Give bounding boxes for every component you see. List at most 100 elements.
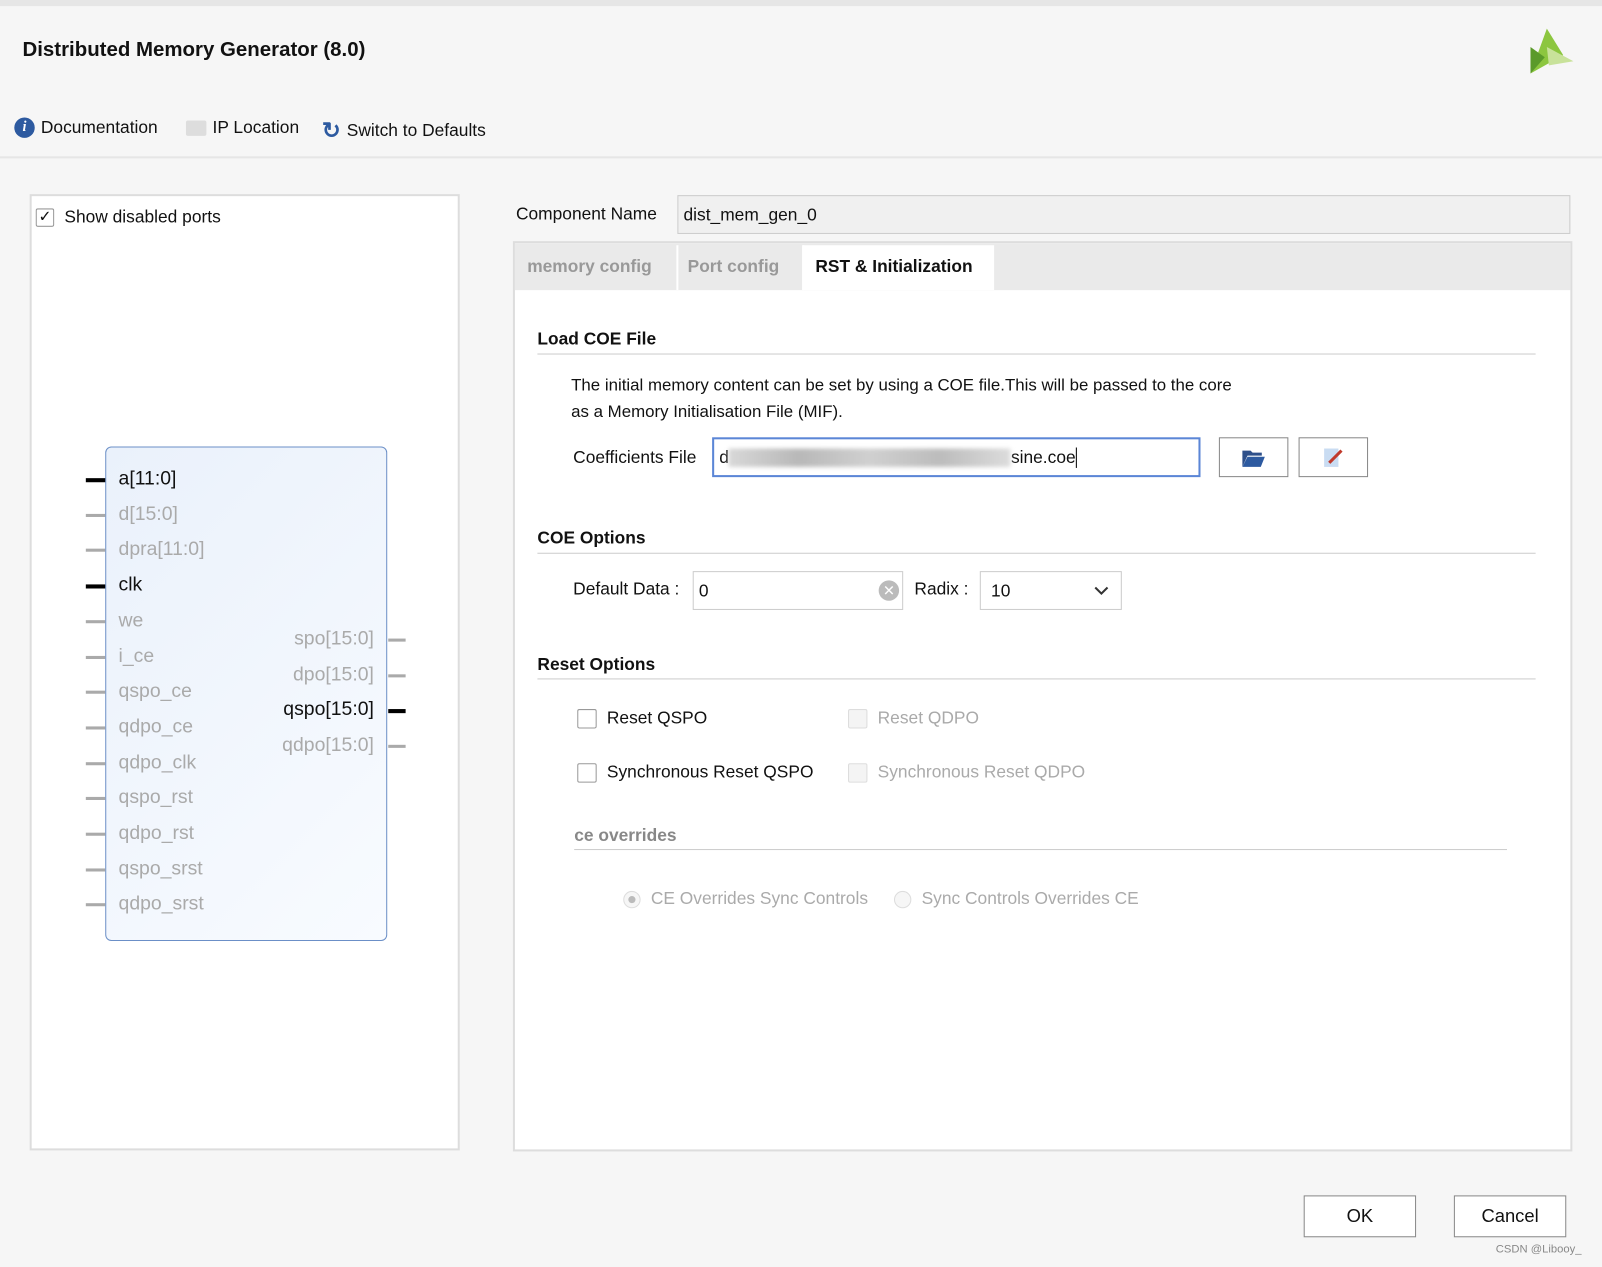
sync-reset-qdpo-checkbox[interactable]: Synchronous Reset QDPO: [848, 762, 1086, 783]
coefficients-file-label: Coefficients File: [573, 447, 697, 467]
top-border: [0, 0, 1602, 7]
input-port-label: qdpo_clk: [118, 751, 197, 774]
radix-label: Radix :: [914, 579, 969, 599]
file-path-suffix: sine.coe: [1010, 446, 1076, 467]
radio-selected-icon: [623, 890, 641, 908]
input-pin: [85, 549, 106, 553]
output-pin: [388, 709, 406, 714]
output-port-label: qspo[15:0]: [283, 698, 374, 721]
input-port-label: qdpo_rst: [118, 822, 195, 844]
reset-qdpo-label: Reset QDPO: [877, 708, 979, 728]
divider: [537, 353, 1536, 355]
sync-overrides-ce-radio[interactable]: Sync Controls Overrides CE: [893, 888, 1139, 909]
input-port-label: qspo_rst: [118, 787, 193, 809]
reset-options-heading: Reset Options: [537, 654, 656, 675]
input-pin: [85, 655, 106, 659]
ip-location-button[interactable]: IP Location: [185, 117, 300, 137]
input-pin: [85, 797, 106, 801]
reset-qspo-label: Reset QSPO: [606, 708, 708, 728]
input-pin: [85, 832, 106, 836]
tab-rst-initialization[interactable]: RST & Initialization: [803, 245, 995, 291]
input-pin: [85, 584, 106, 589]
ce-overrides-heading: ce overrides: [574, 825, 677, 845]
input-pin: [85, 761, 106, 765]
ok-button[interactable]: OK: [1303, 1195, 1417, 1238]
input-port-label: qdpo_srst: [118, 893, 204, 915]
sync-overrides-ce-label: Sync Controls Overrides CE: [921, 888, 1139, 909]
coe-description-2: as a Memory Initialisation File (MIF).: [571, 402, 843, 421]
tab-port-config[interactable]: Port config: [675, 245, 805, 291]
radix-select[interactable]: 10: [979, 571, 1122, 610]
tab-memory-config[interactable]: memory config: [515, 245, 679, 291]
switch-defaults-button[interactable]: ↻ Switch to Defaults: [322, 117, 486, 144]
input-port-label: d[15:0]: [118, 503, 178, 525]
checkbox-icon: [848, 708, 868, 728]
edit-file-button[interactable]: [1298, 437, 1369, 478]
ce-overrides-sync-label: CE Overrides Sync Controls: [650, 888, 869, 909]
info-icon: i: [14, 117, 35, 138]
checkbox-icon: [848, 762, 868, 783]
component-name-input[interactable]: dist_mem_gen_0: [677, 195, 1571, 234]
cancel-button[interactable]: Cancel: [1453, 1195, 1567, 1238]
dialog: Distributed Memory Generator (8.0) i Doc…: [0, 0, 1602, 1267]
divider: [574, 849, 1508, 851]
output-pin: [388, 744, 406, 748]
reset-qdpo-checkbox[interactable]: Reset QDPO: [848, 708, 979, 728]
load-coe-heading: Load COE File: [537, 328, 657, 349]
edit-document-icon: [1324, 448, 1343, 467]
default-data-input[interactable]: 0 ✕: [692, 571, 904, 610]
open-folder-icon: [1242, 450, 1265, 467]
divider: [537, 678, 1536, 680]
sync-reset-qdpo-label: Synchronous Reset QDPO: [877, 762, 1086, 782]
radix-value: 10: [991, 581, 1011, 601]
switch-defaults-label: Switch to Defaults: [346, 120, 486, 140]
sync-reset-qspo-label: Synchronous Reset QSPO: [606, 762, 814, 782]
dialog-title: Distributed Memory Generator (8.0): [22, 38, 366, 62]
input-port-label: qspo_srst: [118, 857, 203, 880]
input-port-label: we: [118, 609, 144, 632]
toolbar-divider: [0, 156, 1602, 159]
radio-icon: [893, 890, 912, 908]
ce-overrides-sync-radio[interactable]: CE Overrides Sync Controls: [623, 889, 868, 909]
input-port-label: qspo_ce: [118, 680, 192, 703]
checkbox-checked-icon: ✓: [35, 208, 55, 227]
show-disabled-ports-label: Show disabled ports: [64, 207, 221, 227]
coe-description: The initial memory content can be set by…: [571, 375, 1232, 395]
input-port-label: i_ce: [118, 645, 155, 667]
output-port-label: qdpo[15:0]: [282, 734, 374, 756]
input-port-label: clk: [118, 574, 143, 596]
chevron-down-icon: [1094, 586, 1109, 596]
input-port-label: qdpo_ce: [118, 716, 194, 738]
reset-qspo-checkbox[interactable]: Reset QSPO: [577, 708, 707, 728]
checkbox-icon: [577, 708, 597, 728]
output-port-label: spo[15:0]: [294, 628, 374, 650]
input-port-label: dpra[11:0]: [118, 538, 205, 561]
vivado-logo-icon: [1530, 28, 1574, 74]
checkbox-icon: [577, 762, 597, 783]
input-pin: [85, 726, 106, 730]
browse-file-button[interactable]: [1218, 437, 1289, 478]
documentation-button[interactable]: i Documentation: [14, 117, 158, 138]
file-path-prefix: d: [719, 446, 729, 467]
sync-reset-qspo-checkbox[interactable]: Synchronous Reset QSPO: [577, 762, 814, 783]
component-name-label: Component Name: [515, 204, 657, 224]
show-disabled-ports-checkbox[interactable]: ✓ Show disabled ports: [35, 207, 221, 227]
clear-icon[interactable]: ✕: [878, 580, 900, 601]
input-port-label: a[11:0]: [118, 467, 177, 490]
input-pin: [85, 619, 106, 624]
input-pin: [85, 478, 106, 483]
documentation-label: Documentation: [40, 117, 158, 137]
output-pin: [388, 673, 406, 677]
blurred-path: [728, 448, 1011, 467]
output-pin: [388, 638, 406, 642]
input-pin: [85, 868, 106, 872]
output-port-label: dpo[15:0]: [292, 663, 374, 686]
coefficients-file-input[interactable]: d sine.coe: [712, 437, 1201, 478]
input-pin: [85, 690, 106, 694]
refresh-icon: ↻: [321, 117, 341, 144]
input-pin: [85, 513, 106, 517]
ip-location-label: IP Location: [212, 117, 300, 137]
divider: [537, 552, 1536, 554]
default-data-value: 0: [698, 581, 709, 601]
folder-icon: [185, 120, 207, 136]
